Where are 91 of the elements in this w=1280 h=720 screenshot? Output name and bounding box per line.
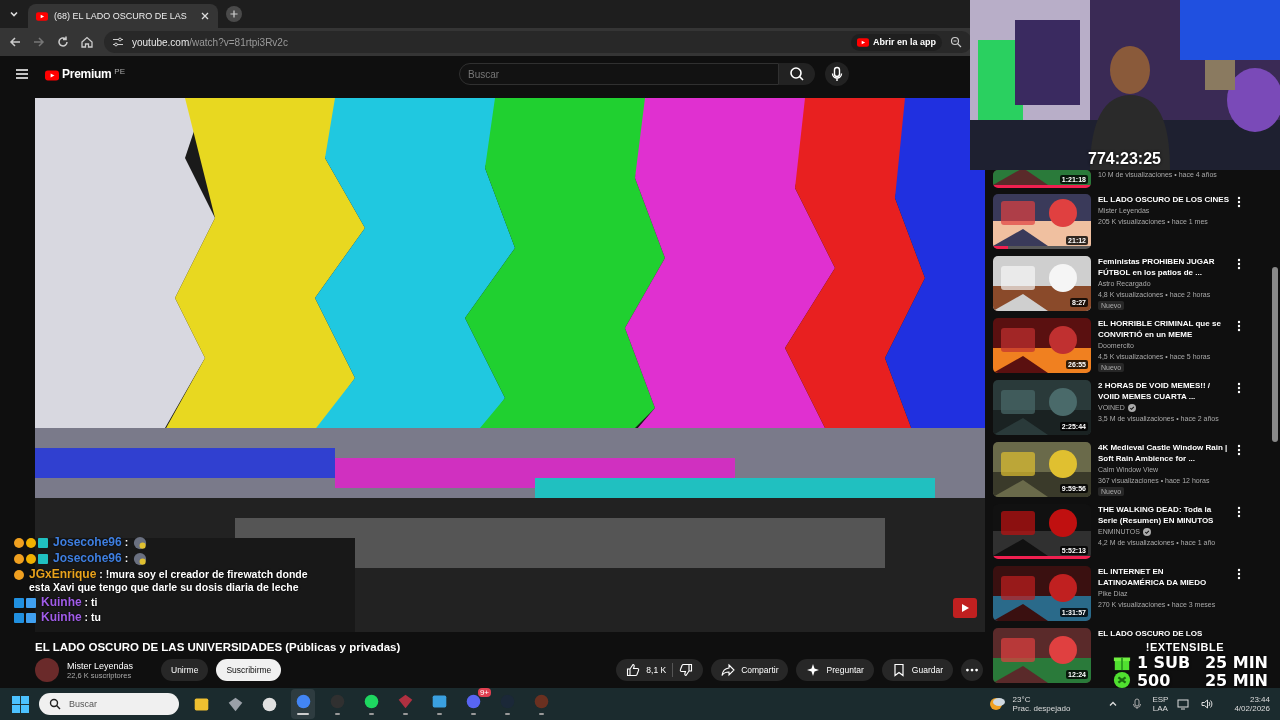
chat-message: Kuinhe : tu (41, 611, 101, 624)
ask-button[interactable]: Preguntar (796, 659, 874, 681)
browser-tab[interactable]: (68) EL LADO OSCURO DE LAS (28, 4, 218, 28)
running-indicator (297, 713, 309, 715)
video-title[interactable]: 4K Medieval Castle Window Rain | Soft Rain Ambience for ... (1098, 442, 1230, 464)
youtube-logo-icon[interactable] (45, 68, 60, 82)
site-info-icon[interactable] (112, 36, 124, 48)
microphone-icon[interactable] (825, 62, 849, 86)
running-indicator (504, 713, 510, 715)
running-indicator (402, 713, 408, 715)
bookmark-icon (891, 663, 906, 677)
notes-app-icon[interactable] (430, 693, 448, 710)
join-button[interactable]: Unirme (161, 659, 209, 681)
running-indicator (538, 713, 544, 715)
speaker-icon[interactable] (1201, 698, 1214, 710)
share-arrow-icon (721, 663, 736, 677)
video-title[interactable]: EL LADO OSCURO DE LOS (1098, 628, 1230, 639)
sub-reward-amount: 1 SUB (1136, 652, 1192, 672)
coin-icon (1112, 671, 1131, 689)
running-indicator (368, 713, 374, 715)
open-in-app-button[interactable]: Abrir en la app (851, 33, 942, 51)
url-text: youtube.com/watch?v=81rtpi3Rv2c (132, 36, 289, 48)
language-label[interactable]: LAA (1152, 704, 1168, 713)
emote-icon (133, 536, 148, 550)
chat-command: !EXTENSIBLE (1145, 641, 1224, 653)
notification-badge: 9+ (477, 688, 491, 697)
back-icon[interactable] (8, 35, 22, 49)
thumbs-up-icon[interactable] (626, 663, 641, 677)
video-title[interactable]: EL INTERNET EN LATINOAMÉRICA DA MIEDO (1098, 566, 1230, 588)
more-icon[interactable] (1237, 506, 1241, 518)
new-tab-icon[interactable] (226, 6, 242, 22)
emote-icon (133, 552, 148, 566)
more-icon[interactable] (1237, 196, 1241, 208)
address-field[interactable]: youtube.com/watch?v=81rtpi3Rv2c Abrir en la app (104, 31, 972, 53)
clock-date[interactable]: 4/02/2026 (1234, 704, 1270, 713)
running-indicator (470, 713, 476, 715)
chat-message: JGxEnrique : !mura soy el creador de firewatch donde esta Xavi que tengo que darle su dosis diaria de leche (29, 568, 309, 594)
video-title[interactable]: THE WALKING DEAD: Toda la Serie (Resumen) EN MINUTOS (1098, 504, 1230, 526)
video-title: EL LADO OSCURO DE LAS UNIVERSIDADES (Públicas y privadas) (35, 640, 402, 654)
like-dislike-control[interactable]: 8,1 K (616, 659, 704, 681)
chat-message: Josecohe96 : (53, 536, 129, 549)
reload-icon[interactable] (56, 35, 70, 49)
more-icon[interactable] (1237, 568, 1241, 580)
youtube-icon (857, 37, 869, 47)
like-count: 8,1 K (646, 665, 667, 675)
video-title[interactable]: EL LADO OSCURO DE LOS CINES (1098, 194, 1230, 205)
more-icon[interactable] (1237, 382, 1241, 394)
weather-condition: Prac. despejado (1012, 704, 1071, 713)
youtube-icon (953, 598, 977, 618)
close-icon[interactable] (200, 11, 210, 21)
region-label: PE (114, 66, 125, 76)
video-title[interactable]: Feministas PROHIBEN JUGAR FÚTBOL en los patios de ... (1098, 256, 1230, 278)
menu-icon[interactable] (15, 67, 29, 81)
forward-icon[interactable] (32, 35, 46, 49)
scrollbar[interactable] (1272, 267, 1278, 442)
share-button[interactable]: Compartir (711, 659, 789, 681)
verified-icon (1142, 528, 1151, 536)
save-button[interactable]: Guardar (881, 659, 953, 681)
logo-text: Premium (62, 66, 112, 81)
taskbar-search-field[interactable]: Buscar (39, 693, 179, 715)
thumbs-down-icon[interactable] (679, 663, 694, 677)
video-title[interactable]: EL HORRIBLE CRIMINAL que se CONVIRTIÓ en un MEME (1098, 318, 1230, 340)
chat-message: Kuinhe : ti (41, 596, 98, 609)
sub-reward-time: 25 MIN (1204, 670, 1268, 690)
home-icon[interactable] (80, 35, 94, 49)
running-indicator (334, 713, 340, 715)
prism-app-icon[interactable] (226, 695, 244, 713)
more-icon[interactable] (1237, 320, 1241, 332)
clock-time[interactable]: 23:44 (1249, 695, 1270, 704)
search-icon[interactable] (779, 63, 815, 85)
sparkle-icon (806, 663, 821, 677)
monitor-icon[interactable] (1177, 698, 1190, 710)
youtube-icon (36, 11, 48, 21)
sub-reward-time: 25 MIN (1204, 652, 1268, 672)
video-title[interactable]: 2 HORAS DE VOID MEMES!! / VOIID MEMES CUARTA ... (1098, 380, 1230, 402)
more-icon[interactable] (961, 659, 983, 681)
search-icon (49, 698, 61, 710)
running-indicator (436, 713, 442, 715)
more-icon[interactable] (1237, 444, 1241, 456)
tab-title: (68) EL LADO OSCURO DE LAS (54, 11, 188, 21)
zoom-icon[interactable] (950, 36, 962, 48)
language-label[interactable]: ESP (1152, 695, 1169, 704)
subscribe-button[interactable]: Suscribirme (216, 659, 282, 681)
chat-message: Josecohe96 : (53, 552, 129, 565)
sub-reward-amount: 500 (1136, 670, 1172, 690)
search-field[interactable]: Buscar (459, 63, 779, 85)
verified-icon (1127, 404, 1136, 412)
temperature: 23°C (1012, 695, 1032, 704)
more-icon[interactable] (1237, 258, 1241, 270)
windows-start-icon[interactable] (12, 695, 29, 713)
channel-name[interactable]: Mister Leyendas (67, 660, 153, 671)
